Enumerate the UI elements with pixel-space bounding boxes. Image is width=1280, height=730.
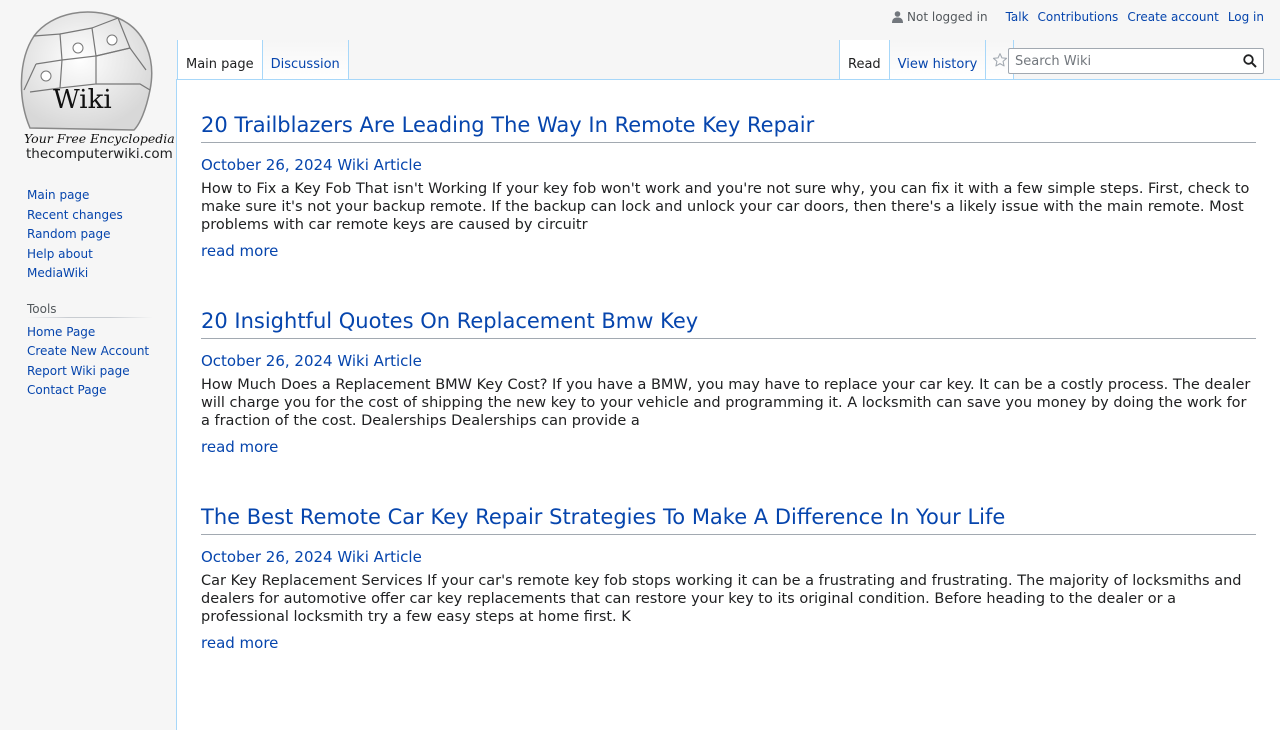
tab-read[interactable]: Read [839,40,890,80]
article-meta: October 26, 2024 Wiki Article [201,548,1256,566]
sidebar: Main page Recent changes Random page Hel… [0,180,176,401]
tools-heading: Tools [27,301,153,319]
star-icon [992,53,1007,67]
logo-site-name: thecomputerwiki.com [26,146,173,162]
tab-view-history[interactable]: View history [889,40,987,80]
contributions-link[interactable]: Contributions [1038,10,1119,24]
article-date[interactable]: October 26, 2024 [201,156,333,174]
tab-discussion[interactable]: Discussion [262,40,349,80]
article-title: 20 Trailblazers Are Leading The Way In R… [201,112,1256,143]
article-title-link[interactable]: 20 Insightful Quotes On Replacement Bmw … [201,309,698,333]
article-item: The Best Remote Car Key Repair Strategie… [201,504,1256,652]
user-icon [892,11,904,23]
search-icon[interactable] [1243,54,1257,68]
tab-discussion-label: Discussion [270,57,340,72]
article-category[interactable]: Wiki Article [337,352,421,370]
article-meta: October 26, 2024 Wiki Article [201,156,1256,174]
view-tabs: Read View history [839,40,1015,80]
sidebar-item-contact-page[interactable]: Contact Page [27,383,107,397]
namespace-tabs: Main page Discussion [177,40,349,80]
article-title-link[interactable]: The Best Remote Car Key Repair Strategie… [201,505,1005,529]
sidebar-item-recent-changes[interactable]: Recent changes [27,208,123,222]
tab-view-history-label: View history [897,57,978,72]
sidebar-item-main-page[interactable]: Main page [27,188,89,202]
article-date[interactable]: October 26, 2024 [201,352,333,370]
main-content: 20 Trailblazers Are Leading The Way In R… [176,79,1280,730]
sidebar-item-home-page[interactable]: Home Page [27,325,95,339]
site-logo[interactable]: Wiki Your Free Encyclopedia thecomputerw… [0,0,176,162]
article-excerpt: Car Key Replacement Services If your car… [201,573,1242,625]
talk-link[interactable]: Talk [1006,10,1029,24]
not-logged-in-status: Not logged in [907,10,988,24]
article-date[interactable]: October 26, 2024 [201,548,333,566]
sidebar-item-help[interactable]: Help about MediaWiki [27,247,93,281]
article-title: 20 Insightful Quotes On Replacement Bmw … [201,308,1256,339]
tab-main-page-label: Main page [186,57,254,72]
create-account-link[interactable]: Create account [1127,10,1219,24]
article-category[interactable]: Wiki Article [337,156,421,174]
personal-tools: Not logged in Talk Contributions Create … [892,10,1264,24]
tab-main-page[interactable]: Main page [177,40,263,80]
article-excerpt: How to Fix a Key Fob That isn't Working … [201,181,1250,233]
logo-wordmark: Wiki [53,85,112,115]
search-box [1008,48,1264,74]
article-meta: October 26, 2024 Wiki Article [201,352,1256,370]
article-item: 20 Insightful Quotes On Replacement Bmw … [201,308,1256,456]
sidebar-item-create-new-account[interactable]: Create New Account [27,344,149,358]
read-more-link[interactable]: read more [201,438,278,456]
article-excerpt: How Much Does a Replacement BMW Key Cost… [201,377,1251,429]
article-item: 20 Trailblazers Are Leading The Way In R… [201,112,1256,260]
sidebar-item-report-wiki-page[interactable]: Report Wiki page [27,364,130,378]
tab-read-label: Read [848,57,881,72]
article-title: The Best Remote Car Key Repair Strategie… [201,504,1256,535]
read-more-link[interactable]: read more [201,242,278,260]
article-title-link[interactable]: 20 Trailblazers Are Leading The Way In R… [201,113,814,137]
log-in-link[interactable]: Log in [1228,10,1264,24]
read-more-link[interactable]: read more [201,634,278,652]
navigation-portal: Main page Recent changes Random page Hel… [27,186,153,284]
tools-portal: Tools Home Page Create New Account Repor… [27,301,153,401]
search-input[interactable] [1009,49,1241,73]
logo-tagline: Your Free Encyclopedia [24,131,175,146]
wiki-puzzle-globe-logo: Wiki Your Free Encyclopedia [20,11,175,146]
sidebar-item-random-page[interactable]: Random page [27,227,110,241]
article-category[interactable]: Wiki Article [337,548,421,566]
